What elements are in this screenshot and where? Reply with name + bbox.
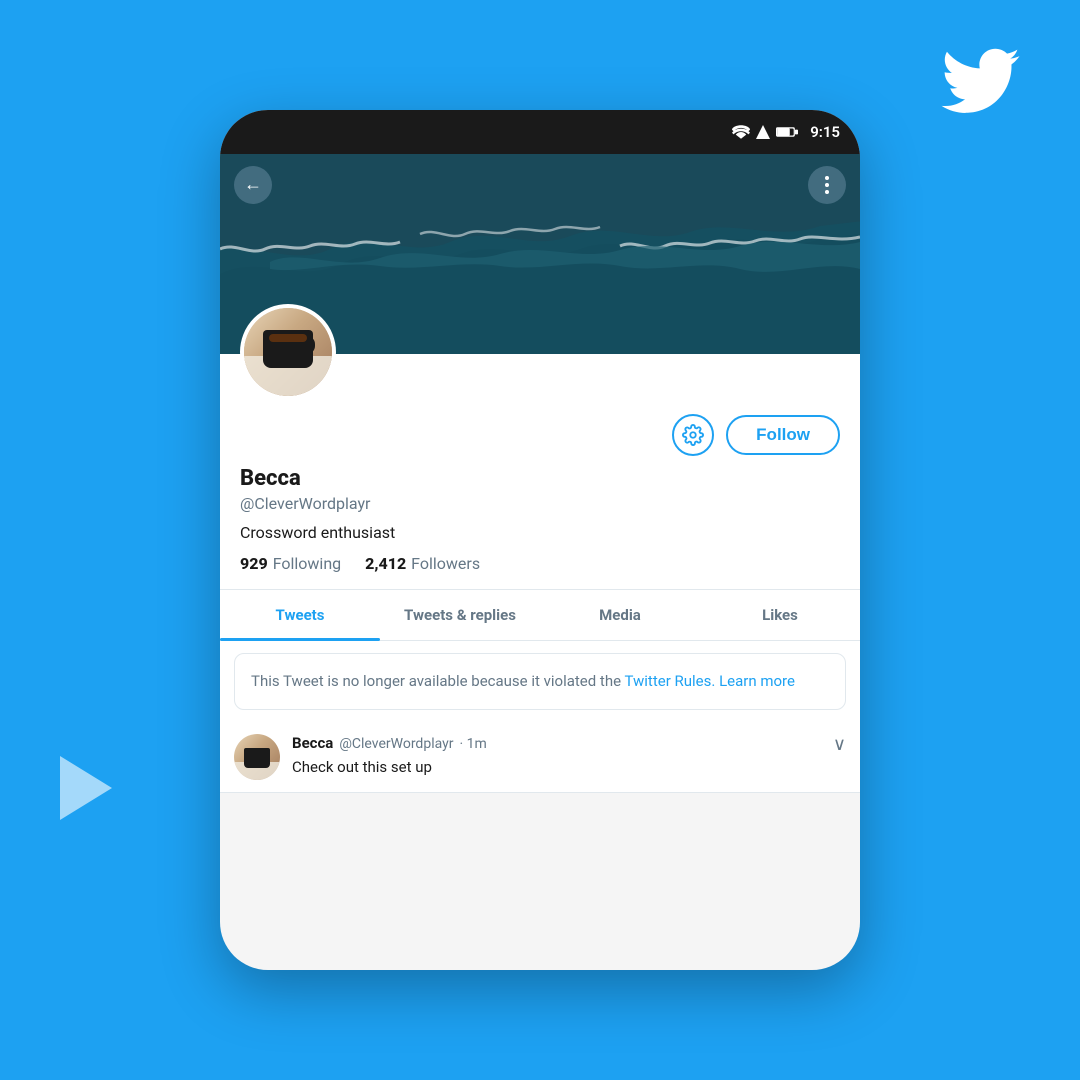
tweet-body: Becca @CleverWordplayr · 1m ∨ Check out … bbox=[292, 734, 846, 780]
battery-icon bbox=[776, 126, 798, 138]
more-button[interactable] bbox=[808, 166, 846, 204]
avatar bbox=[240, 304, 336, 400]
status-bar: 9:15 bbox=[220, 110, 860, 154]
following-label: Following bbox=[273, 554, 341, 573]
tab-tweets[interactable]: Tweets bbox=[220, 590, 380, 640]
back-button[interactable]: ← bbox=[234, 166, 272, 204]
following-count: 929 bbox=[240, 554, 268, 573]
tweet-avatar bbox=[234, 734, 280, 780]
followers-label: Followers bbox=[411, 554, 480, 573]
profile-tabs: Tweets Tweets & replies Media Likes bbox=[220, 589, 860, 641]
display-name: Becca bbox=[240, 466, 840, 492]
twitter-rules-link[interactable]: Twitter Rules. bbox=[624, 672, 715, 690]
profile-content: Follow Becca @CleverWordplayr Crossword … bbox=[220, 304, 860, 793]
signal-icon bbox=[756, 125, 770, 139]
dot-icon bbox=[825, 183, 829, 187]
chevron-down-icon[interactable]: ∨ bbox=[833, 734, 846, 755]
stats-row: 929 Following 2,412 Followers bbox=[240, 554, 840, 573]
tab-media[interactable]: Media bbox=[540, 590, 700, 640]
tweet-meta: Becca @CleverWordplayr · 1m bbox=[292, 734, 487, 752]
tweet-author-name: Becca bbox=[292, 734, 333, 752]
tweet-time: · 1m bbox=[459, 736, 486, 752]
tweet-notice-text: This Tweet is no longer available becaus… bbox=[251, 670, 829, 693]
phone-frame: 9:15 ← bbox=[220, 110, 860, 970]
avatar-coffee bbox=[269, 334, 307, 342]
following-stat: 929 Following bbox=[240, 554, 341, 573]
dot-icon bbox=[825, 176, 829, 180]
actions-row: Follow bbox=[220, 400, 860, 456]
tweet-author-handle: @CleverWordplayr bbox=[339, 736, 453, 752]
status-icons bbox=[732, 125, 798, 139]
profile-info: Becca @CleverWordplayr Crossword enthusi… bbox=[220, 456, 860, 589]
learn-more-link[interactable]: Learn more bbox=[719, 672, 795, 690]
tab-likes[interactable]: Likes bbox=[700, 590, 860, 640]
follow-button[interactable]: Follow bbox=[726, 415, 840, 455]
status-time: 9:15 bbox=[810, 123, 840, 141]
tweet-text: Check out this set up bbox=[292, 757, 846, 778]
tweet-notice-card: This Tweet is no longer available becaus… bbox=[234, 653, 846, 710]
followers-count: 2,412 bbox=[365, 554, 406, 573]
avatar-image bbox=[244, 308, 332, 396]
twitter-logo-icon bbox=[940, 48, 1020, 113]
avatar-container bbox=[240, 304, 860, 400]
bio: Crossword enthusiast bbox=[240, 523, 840, 542]
play-arrow-icon bbox=[60, 756, 112, 820]
tweet-item[interactable]: Becca @CleverWordplayr · 1m ∨ Check out … bbox=[220, 722, 860, 793]
dot-icon bbox=[825, 190, 829, 194]
wifi-icon bbox=[732, 125, 750, 139]
followers-stat: 2,412 Followers bbox=[365, 554, 480, 573]
tab-tweets-replies[interactable]: Tweets & replies bbox=[380, 590, 540, 640]
tweet-header: Becca @CleverWordplayr · 1m ∨ bbox=[292, 734, 846, 755]
back-arrow-icon: ← bbox=[244, 176, 262, 194]
gear-button[interactable] bbox=[672, 414, 714, 456]
tweet-avatar-cup bbox=[244, 748, 270, 768]
username: @CleverWordplayr bbox=[240, 494, 840, 513]
gear-icon bbox=[682, 424, 704, 446]
